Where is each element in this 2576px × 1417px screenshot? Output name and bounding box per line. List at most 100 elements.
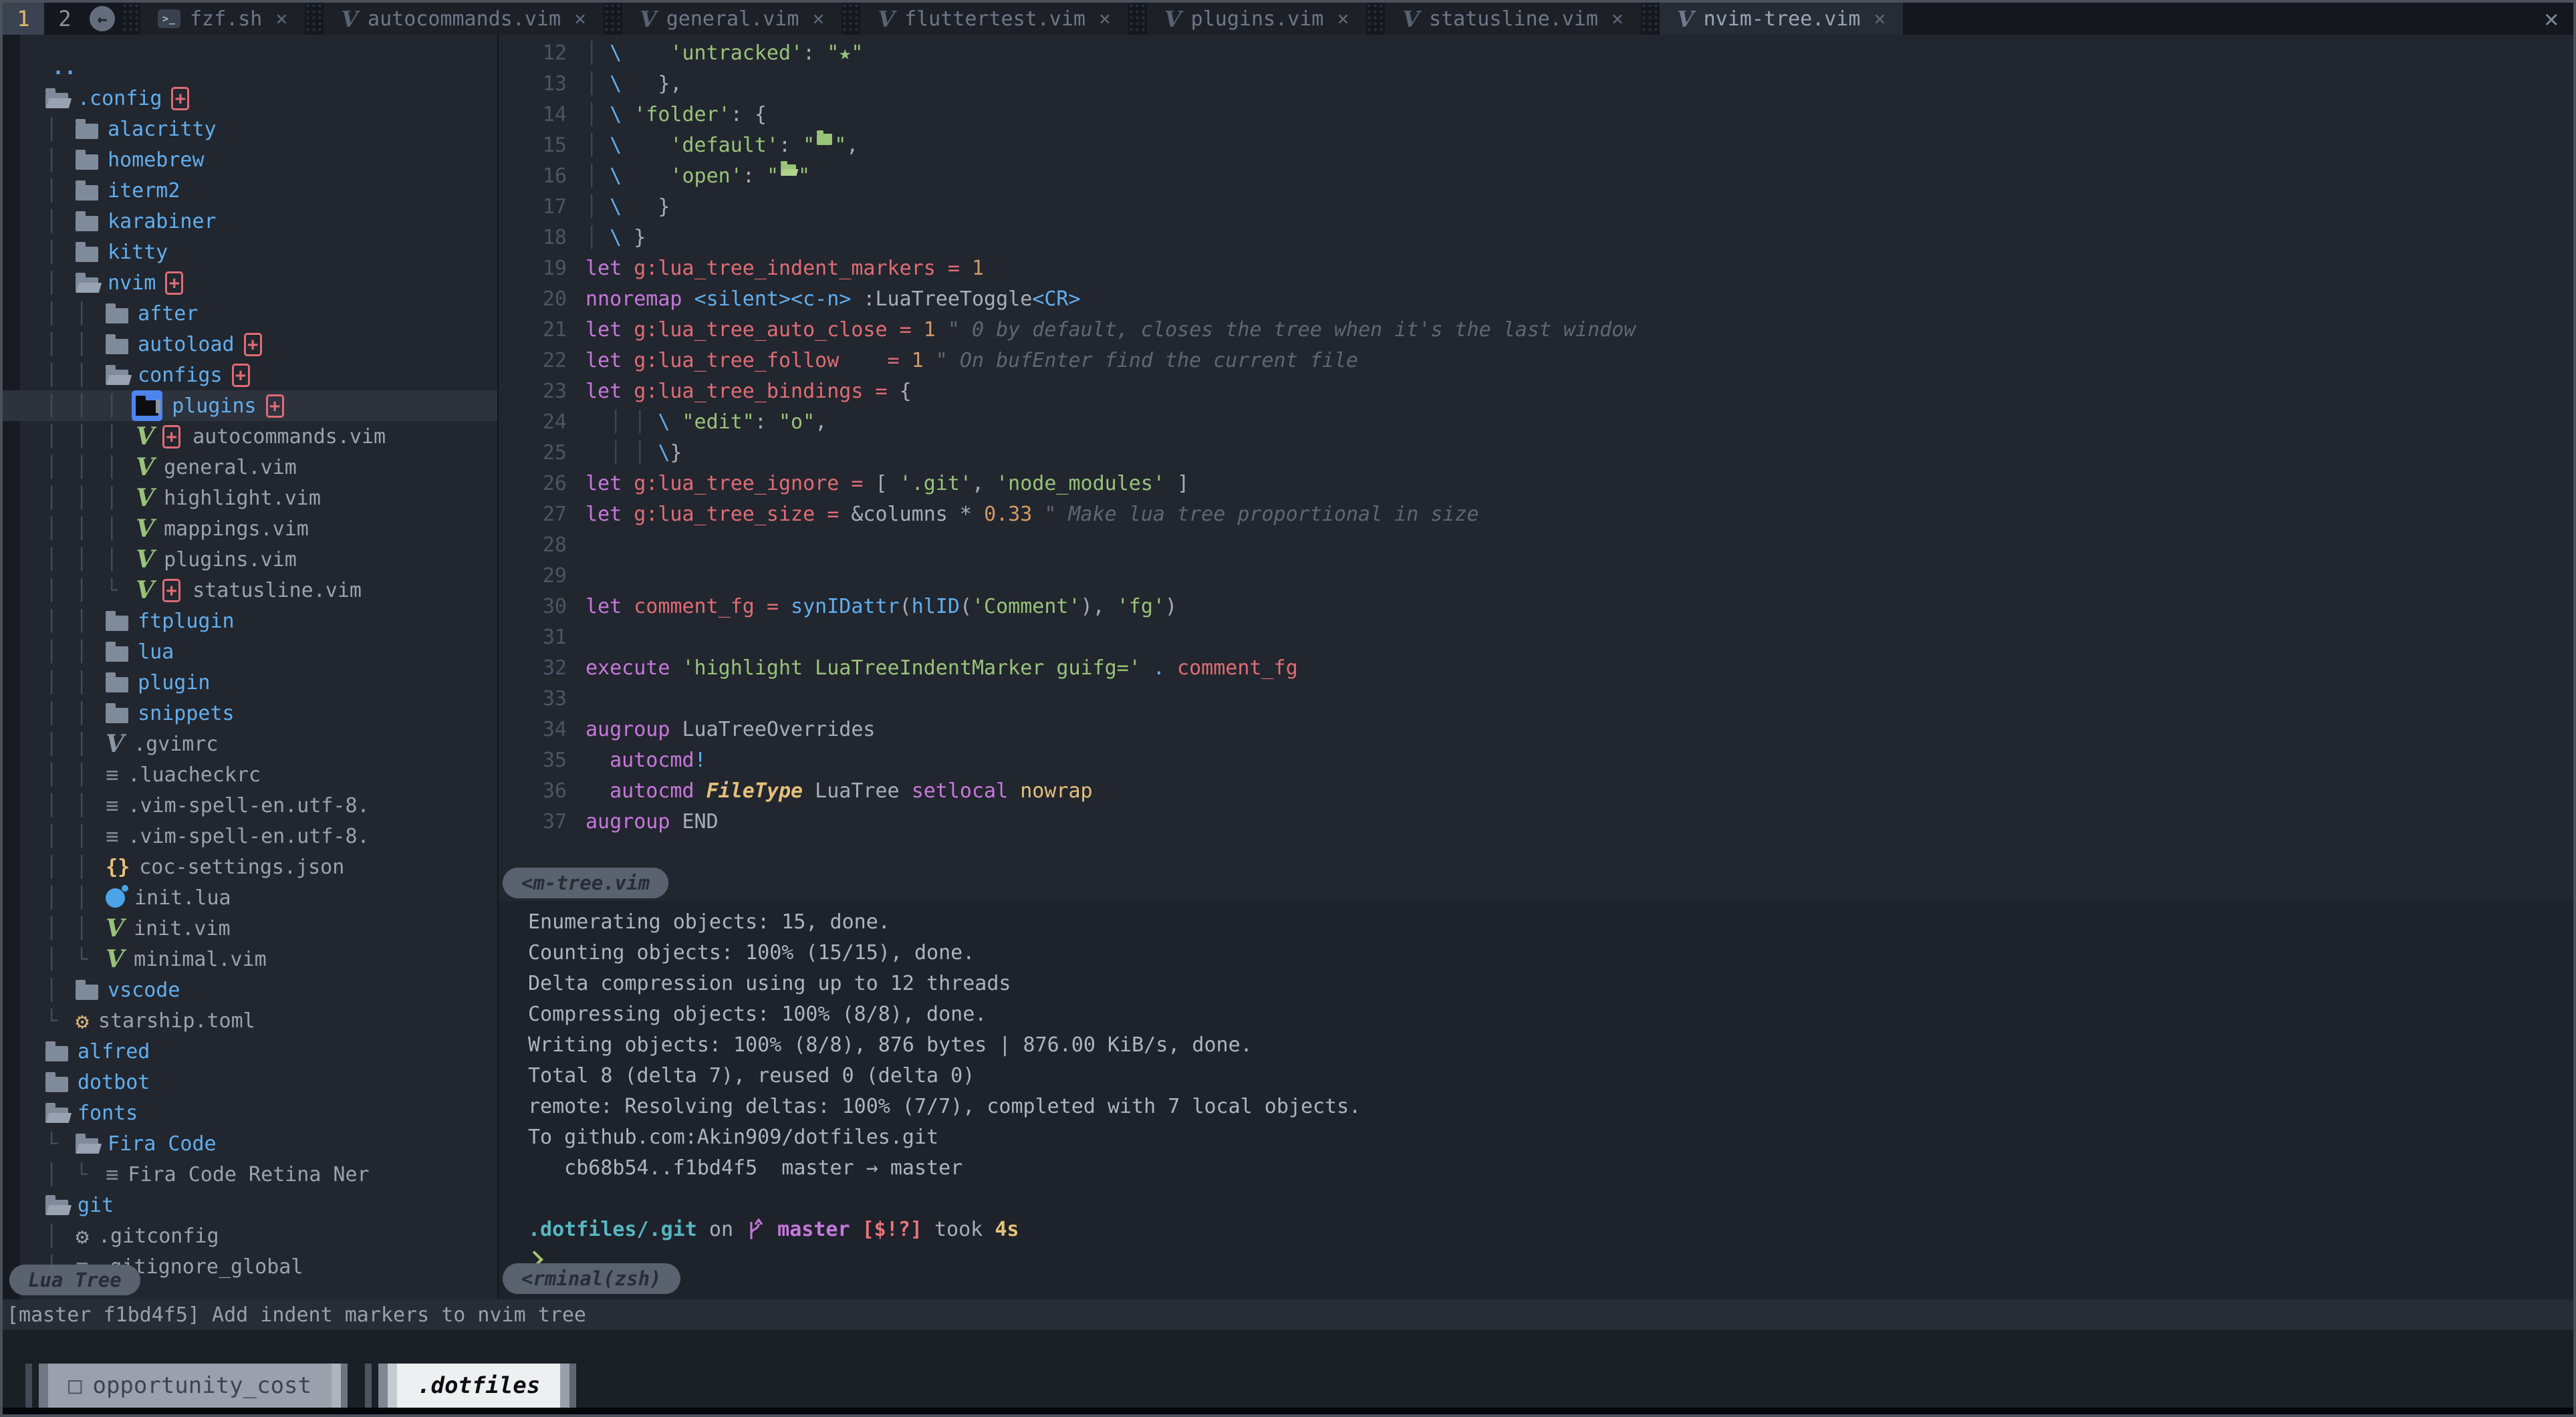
tree-item-autoload[interactable]: ││autoload+ (3, 329, 497, 360)
tree-item-statusline.vim[interactable]: ││└V+statusline.vim (3, 575, 497, 606)
history-back-icon[interactable]: ← (90, 6, 115, 31)
tree-item-label: alfred (78, 1040, 150, 1063)
editor-line: 16│ \ 'open': "" (499, 164, 2573, 195)
editor-line: 22let g:lua_tree_follow = 1 " On bufEnte… (499, 349, 2573, 380)
tab-separator (604, 3, 622, 35)
close-tab-icon[interactable]: × (574, 7, 586, 31)
tree-item-..[interactable]: .. (3, 52, 497, 83)
tmux-window-opportunity-cost[interactable]: □ opportunity_cost (25, 1364, 348, 1408)
tab-fzf.sh[interactable]: >_fzf.sh× (140, 3, 305, 35)
indent-guides: ││ (45, 763, 106, 787)
terminal-icon: >_ (158, 9, 180, 28)
folder-open-icon (45, 1108, 68, 1123)
close-tab-icon[interactable]: × (1099, 7, 1111, 31)
tree-item-plugins.vim[interactable]: │││Vplugins.vim (3, 544, 497, 575)
tabpage-1[interactable]: 1 (3, 3, 44, 35)
line-number: 33 (499, 687, 586, 718)
tree-item-nvim[interactable]: │nvim+ (3, 267, 497, 298)
tree-item-.luacheckrc[interactable]: ││≡.luacheckrc (3, 759, 497, 790)
editor-window[interactable]: 12│ \ 'untracked': "★"13│ \ },14│ \ 'fol… (499, 35, 2573, 901)
tree-item-configs[interactable]: ││configs+ (3, 360, 497, 390)
file-tree: ...config+│alacritty│homebrew│iterm2│kar… (3, 52, 497, 1282)
close-tab-icon[interactable]: × (1874, 7, 1886, 31)
close-tab-icon[interactable]: × (1337, 7, 1349, 31)
tabpage-2[interactable]: 2 (44, 3, 86, 35)
indent-guides: │││ (45, 394, 136, 418)
terminal-window[interactable]: Enumerating objects: 15, done.Counting o… (499, 901, 2573, 1299)
tree-item-label: .vim-spell-en.utf-8. (128, 825, 369, 848)
line-number: 14 (499, 103, 586, 134)
tree-item-alfred[interactable]: alfred (3, 1036, 497, 1067)
tree-item-Fira-Code[interactable]: └Fira Code (3, 1128, 497, 1159)
vim-icon: V (1402, 6, 1420, 32)
indent-guides: ││ (45, 671, 106, 694)
tree-item-highlight.vim[interactable]: │││Vhighlight.vim (3, 483, 497, 513)
folder-icon (106, 677, 128, 692)
tree-item-git[interactable]: git (3, 1190, 497, 1220)
tree-item-coc-settings.json[interactable]: ││{}coc-settings.json (3, 852, 497, 882)
tree-item-iterm2[interactable]: │iterm2 (3, 175, 497, 206)
tree-item-Fira-Code-Retina-Ner[interactable]: │└≡Fira Code Retina Ner (3, 1159, 497, 1190)
tree-item-kitty[interactable]: │kitty (3, 237, 497, 267)
tab-fluttertest.vim[interactable]: Vfluttertest.vim× (860, 3, 1128, 35)
tree-item-.gitconfig[interactable]: │⚙.gitconfig (3, 1220, 497, 1251)
tab-separator (1128, 3, 1147, 35)
tree-item-karabiner[interactable]: │karabiner (3, 206, 497, 237)
tree-item-label: dotbot (78, 1071, 150, 1094)
indent-guides: ││ (45, 794, 106, 817)
tree-item-.config[interactable]: .config+ (3, 83, 497, 114)
line-number: 16 (499, 164, 586, 195)
line-number: 25 (499, 441, 586, 472)
editor-line: 35 autocmd! (499, 749, 2573, 779)
line-number: 32 (499, 656, 586, 687)
tree-item-alacritty[interactable]: │alacritty (3, 114, 497, 144)
tmux-window-dotfiles[interactable]: .dotfiles (365, 1364, 576, 1408)
tree-item-label: fonts (78, 1102, 138, 1125)
vim-file-icon: V (136, 517, 154, 541)
prompt-input-line[interactable] (528, 1245, 2573, 1275)
tree-item-general.vim[interactable]: │││Vgeneral.vim (3, 452, 497, 483)
tree-item-plugins[interactable]: │││plugins+ (3, 390, 497, 421)
stripe (569, 1364, 576, 1408)
close-tab-icon[interactable]: × (275, 7, 287, 31)
vim-icon: V (1677, 6, 1694, 32)
tree-item-homebrew[interactable]: │homebrew (3, 144, 497, 175)
line-number: 36 (499, 779, 586, 810)
folder-open-icon (106, 370, 128, 385)
tab-nvim-tree.vim[interactable]: Vnvim-tree.vim× (1660, 3, 1903, 35)
tree-item-.gvimrc[interactable]: ││V.gvimrc (3, 729, 497, 759)
stripe (25, 1364, 32, 1408)
tree-item-snippets[interactable]: ││snippets (3, 698, 497, 729)
tab-autocommands.vim[interactable]: Vautocommands.vim× (324, 3, 604, 35)
text-file-icon: ≡ (106, 825, 118, 847)
close-tab-icon[interactable]: × (812, 7, 824, 31)
tree-item-ftplugin[interactable]: ││ftplugin (3, 606, 497, 636)
tree-item-label: kitty (108, 241, 168, 264)
terminal-output-line: Enumerating objects: 15, done. (528, 906, 2573, 937)
tree-item-fonts[interactable]: fonts (3, 1098, 497, 1128)
tree-item-autocommands.vim[interactable]: │││V+autocommands.vim (3, 421, 497, 452)
tree-item-.vim-spell-en.utf-8.[interactable]: ││≡.vim-spell-en.utf-8. (3, 790, 497, 821)
tab-plugins.vim[interactable]: Vplugins.vim× (1147, 3, 1366, 35)
tree-item-lua[interactable]: ││lua (3, 636, 497, 667)
line-number: 29 (499, 564, 586, 595)
tree-item-after[interactable]: ││after (3, 298, 497, 329)
tab-statusline.vim[interactable]: Vstatusline.vim× (1385, 3, 1641, 35)
tree-item-plugin[interactable]: ││plugin (3, 667, 497, 698)
line-number: 24 (499, 410, 586, 441)
tree-item-minimal.vim[interactable]: │└Vminimal.vim (3, 944, 497, 975)
tree-item-starship.toml[interactable]: └⚙starship.toml (3, 1005, 497, 1036)
line-number: 13 (499, 72, 586, 103)
close-all-icon[interactable]: ✕ (2544, 5, 2559, 33)
tree-item-dotbot[interactable]: dotbot (3, 1067, 497, 1098)
tab-general.vim[interactable]: Vgeneral.vim× (622, 3, 842, 35)
tree-item-vscode[interactable]: │vscode (3, 975, 497, 1005)
close-tab-icon[interactable]: × (1612, 7, 1624, 31)
tree-item-init.lua[interactable]: ││init.lua (3, 882, 497, 913)
stripe (378, 1364, 388, 1408)
folder-icon (106, 308, 128, 324)
tree-item-init.vim[interactable]: ││Vinit.vim (3, 913, 497, 944)
tree-item-.vim-spell-en.utf-8.[interactable]: ││≡.vim-spell-en.utf-8. (3, 821, 497, 852)
tree-item-mappings.vim[interactable]: │││Vmappings.vim (3, 513, 497, 544)
line-number: 20 (499, 287, 586, 318)
